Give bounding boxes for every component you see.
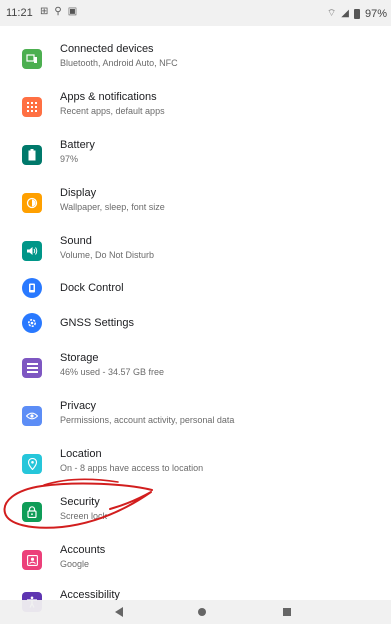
location-pin-icon: [22, 454, 42, 474]
home-icon[interactable]: [198, 608, 206, 616]
item-title: Connected devices: [60, 43, 154, 55]
item-title: Battery: [60, 139, 95, 151]
navigation-bar: [0, 600, 391, 624]
settings-item-sound[interactable]: Sound Volume, Do Not Disturb: [0, 228, 391, 274]
calendar-icon: ▣: [67, 6, 78, 17]
item-subtitle: Bluetooth, Android Auto, NFC: [60, 58, 178, 68]
item-title: Storage: [60, 352, 99, 364]
storage-icon: [22, 358, 42, 378]
item-subtitle: Google: [60, 559, 90, 569]
settings-item-location[interactable]: Location On - 8 apps have access to loca…: [0, 444, 391, 490]
settings-item-privacy[interactable]: Privacy Permissions, account activity, p…: [0, 396, 391, 442]
volume-icon: [22, 241, 42, 261]
item-title: Security: [60, 496, 100, 508]
settings-item-apps-notifications[interactable]: Apps & notifications Recent apps, defaul…: [0, 84, 391, 130]
brightness-icon: [22, 193, 42, 213]
battery-icon: [22, 145, 42, 165]
apps-grid-icon: [22, 97, 42, 117]
status-notification-icons: ⊞ ⚲ ▣: [40, 6, 77, 17]
item-title: GNSS Settings: [60, 317, 134, 329]
connected-devices-icon: [22, 49, 42, 69]
item-subtitle: Screen lock: [60, 511, 108, 521]
recents-icon[interactable]: [283, 608, 291, 616]
gear-icon: [22, 313, 42, 333]
settings-item-connected-devices[interactable]: Connected devices Bluetooth, Android Aut…: [0, 36, 391, 82]
item-subtitle: On - 8 apps have access to location: [60, 463, 204, 473]
settings-item-display[interactable]: Display Wallpaper, sleep, font size: [0, 180, 391, 226]
item-subtitle: Recent apps, default apps: [60, 106, 165, 116]
item-title: Dock Control: [60, 282, 124, 294]
battery-status-icon: [353, 8, 360, 19]
item-title: Accounts: [60, 544, 106, 556]
item-subtitle: Volume, Do Not Disturb: [60, 250, 155, 260]
item-subtitle: 46% used - 34.57 GB free: [60, 367, 165, 377]
settings-item-storage[interactable]: Storage 46% used - 34.57 GB free: [0, 348, 391, 394]
dock-icon: [22, 278, 42, 298]
lock-icon: [22, 502, 42, 522]
notification-icon: ⊞: [40, 6, 49, 17]
item-subtitle: Permissions, account activity, personal …: [60, 415, 235, 425]
item-title: Location: [60, 448, 102, 460]
item-subtitle: Wallpaper, sleep, font size: [60, 202, 165, 212]
item-subtitle: 97%: [60, 154, 79, 164]
status-system-icons: ⌔ ◢ 97%: [327, 7, 387, 20]
battery-percent: 97%: [364, 7, 387, 20]
back-icon[interactable]: [115, 607, 123, 617]
settings-item-battery[interactable]: Battery 97%: [0, 132, 391, 178]
status-time: 11:21: [6, 7, 33, 19]
settings-item-security[interactable]: Security Screen lock: [0, 492, 391, 538]
item-title: Apps & notifications: [60, 91, 157, 103]
item-title: Privacy: [60, 400, 97, 412]
wifi-icon: ⌔: [326, 8, 337, 19]
settings-item-dock-control[interactable]: Dock Control: [0, 276, 391, 312]
settings-item-gnss-settings[interactable]: GNSS Settings: [0, 311, 391, 347]
item-title: Sound: [60, 235, 92, 247]
signal-icon: ◢: [341, 8, 349, 19]
status-bar: 11:21 ⊞ ⚲ ▣ ⌔ ◢ 97%: [0, 0, 391, 26]
location-status-icon: ⚲: [54, 6, 62, 17]
item-title: Display: [60, 187, 97, 199]
privacy-eye-icon: [22, 406, 42, 426]
settings-item-accounts[interactable]: Accounts Google: [0, 540, 391, 586]
account-icon: [22, 550, 42, 570]
